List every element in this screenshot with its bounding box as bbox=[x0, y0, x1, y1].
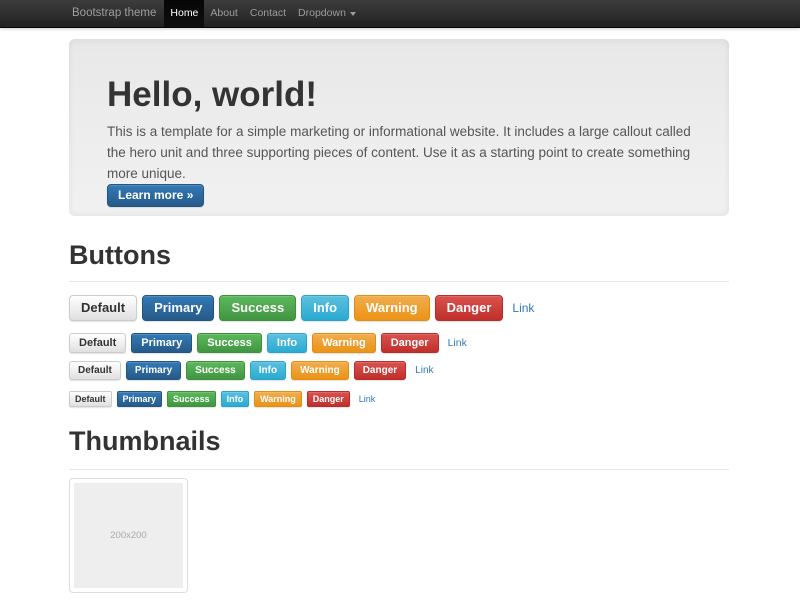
danger-button-lg[interactable]: Danger bbox=[435, 295, 504, 321]
nav-item-label: Home bbox=[170, 0, 198, 27]
danger-button-sm[interactable]: Danger bbox=[354, 361, 406, 380]
button-rows: DefaultPrimarySuccessInfoWarningDangerLi… bbox=[69, 295, 729, 407]
nav-item-label: About bbox=[210, 0, 237, 27]
link-button-xs[interactable]: Link bbox=[359, 394, 376, 404]
learn-more-button[interactable]: Learn more » bbox=[107, 184, 204, 207]
navbar-nav: Home About Contact Dropdown bbox=[164, 0, 362, 27]
success-button-md[interactable]: Success bbox=[197, 333, 262, 353]
default-button-sm[interactable]: Default bbox=[69, 361, 121, 380]
danger-button-xs[interactable]: Danger bbox=[307, 391, 350, 407]
warning-button-sm[interactable]: Warning bbox=[291, 361, 349, 380]
info-button-md[interactable]: Info bbox=[267, 333, 307, 353]
default-button-xs[interactable]: Default bbox=[69, 391, 112, 407]
button-row-sm: Default Primary Success Info Warning Danger Li… bbox=[69, 361, 729, 380]
default-button-lg[interactable]: Default bbox=[69, 295, 137, 321]
thumbnail-placeholder-image: 200x200 bbox=[74, 483, 183, 588]
success-button-xs[interactable]: Success bbox=[167, 391, 216, 407]
link-button-md[interactable]: Link bbox=[448, 337, 467, 349]
button-row-lg: DefaultPrimarySuccessInfoWarningDanger Li… bbox=[69, 295, 729, 321]
success-button-sm[interactable]: Success bbox=[186, 361, 245, 380]
thumbnail[interactable]: 200x200 bbox=[69, 478, 188, 593]
buttons-page-header: Buttons bbox=[69, 241, 729, 282]
warning-button-xs[interactable]: Warning bbox=[254, 391, 302, 407]
primary-button-lg[interactable]: Primary bbox=[142, 295, 214, 321]
hero-body: This is a template for a simple marketin… bbox=[107, 121, 691, 184]
navbar-brand[interactable]: Bootstrap theme bbox=[69, 0, 164, 27]
button-row-md: DefaultPrimarySuccessInfoWarningDanger Li… bbox=[69, 333, 729, 353]
info-button-xs[interactable]: Info bbox=[221, 391, 250, 407]
thumbnails-heading: Thumbnails bbox=[69, 427, 729, 456]
main-container: Hello, world! This is a template for a s… bbox=[69, 39, 729, 593]
buttons-heading: Buttons bbox=[69, 241, 729, 270]
navbar-inner: Bootstrap theme Home About Contact Dropdown bbox=[69, 0, 362, 27]
nav-item-label: Contact bbox=[250, 0, 286, 27]
nav-item-contact[interactable]: Contact bbox=[244, 0, 292, 27]
info-button-lg[interactable]: Info bbox=[301, 295, 349, 321]
warning-button-lg[interactable]: Warning bbox=[354, 295, 430, 321]
primary-button-md[interactable]: Primary bbox=[131, 333, 192, 353]
primary-button-sm[interactable]: Primary bbox=[126, 361, 181, 380]
hero-title: Hello, world! bbox=[107, 77, 691, 112]
info-button-sm[interactable]: Info bbox=[250, 361, 286, 380]
button-row-xs: Default PrimarySuccess InfoWarning Danger Li… bbox=[69, 391, 729, 407]
danger-button-md[interactable]: Danger bbox=[381, 333, 439, 353]
nav-item-dropdown[interactable]: Dropdown bbox=[292, 0, 362, 27]
link-button-lg[interactable]: Link bbox=[512, 301, 534, 315]
thumbnails-page-header: Thumbnails bbox=[69, 427, 729, 470]
nav-item-home[interactable]: Home bbox=[164, 0, 204, 27]
nav-item-about[interactable]: About bbox=[204, 0, 243, 27]
nav-item-label: Dropdown bbox=[298, 0, 346, 27]
warning-button-md[interactable]: Warning bbox=[312, 333, 376, 353]
caret-down-icon bbox=[350, 12, 356, 16]
jumbotron: Hello, world! This is a template for a s… bbox=[69, 39, 729, 216]
default-button-md[interactable]: Default bbox=[69, 333, 126, 353]
link-button-sm[interactable]: Link bbox=[415, 365, 433, 376]
success-button-lg[interactable]: Success bbox=[219, 295, 296, 321]
navbar: Bootstrap theme Home About Contact Dropdown bbox=[0, 0, 800, 28]
primary-button-xs[interactable]: Primary bbox=[117, 391, 163, 407]
